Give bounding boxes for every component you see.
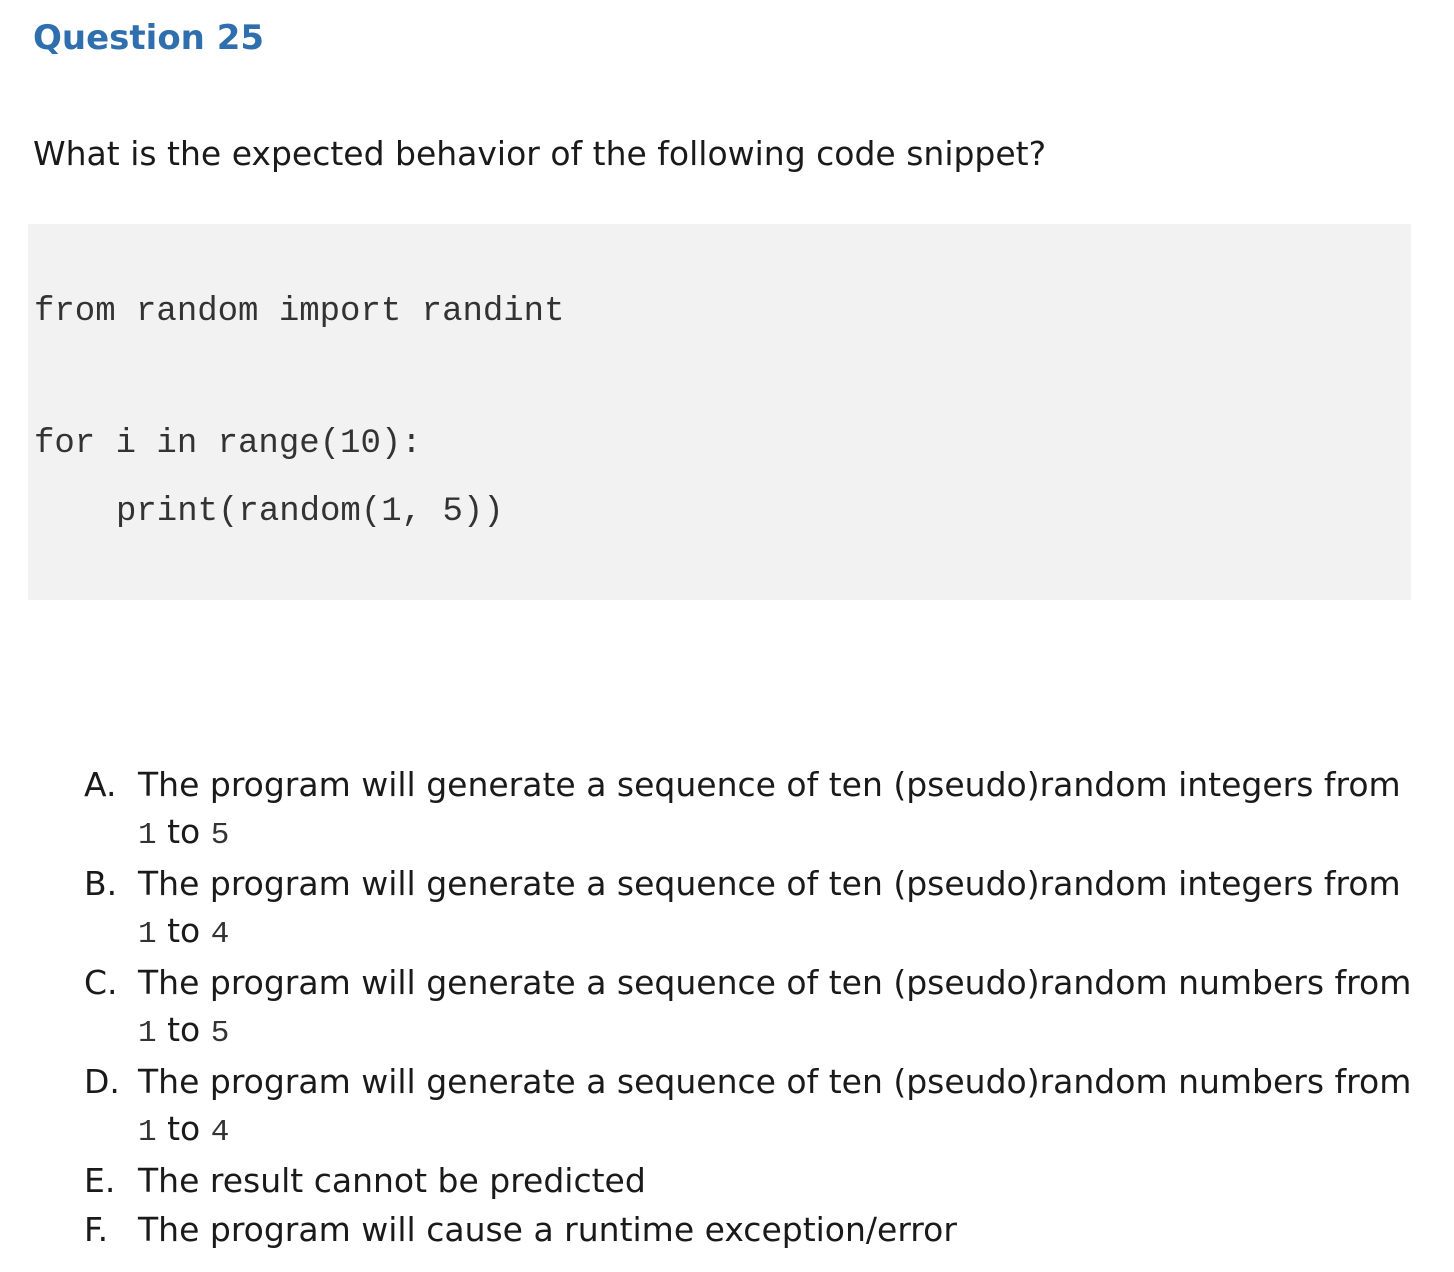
option-f[interactable]: F. The program will cause a runtime exce… bbox=[80, 1207, 1420, 1254]
option-text-middle: to bbox=[156, 811, 211, 851]
option-code-end: 5 bbox=[210, 817, 230, 853]
option-text: The program will cause a runtime excepti… bbox=[138, 1209, 957, 1249]
question-title: Question 25 bbox=[33, 18, 265, 58]
question-page: Question 25 What is the expected behavio… bbox=[0, 0, 1454, 1272]
question-prompt: What is the expected behavior of the fol… bbox=[33, 134, 1047, 173]
option-letter: D. bbox=[84, 1062, 120, 1101]
option-text: The result cannot be predicted bbox=[138, 1161, 646, 1200]
option-text: The program will generate a sequence of … bbox=[138, 864, 1401, 903]
option-text: The program will generate a sequence of … bbox=[138, 1062, 1412, 1101]
option-code-end: 4 bbox=[210, 916, 230, 952]
option-text: The program will generate a sequence of … bbox=[138, 963, 1412, 1002]
option-code-end: 5 bbox=[210, 1015, 230, 1051]
option-c[interactable]: C. The program will generate a sequence … bbox=[80, 960, 1420, 1057]
option-e[interactable]: E. The result cannot be predicted bbox=[80, 1158, 1420, 1205]
option-letter: C. bbox=[84, 963, 118, 1002]
option-code-start: 1 bbox=[138, 1015, 157, 1051]
option-a[interactable]: A. The program will generate a sequence … bbox=[80, 762, 1420, 859]
option-b[interactable]: B. The program will generate a sequence … bbox=[80, 861, 1420, 958]
code-line-for: for i in range(10): bbox=[34, 425, 422, 463]
option-text-middle: to bbox=[156, 1009, 211, 1049]
code-snippet: from random import randint for i in rang… bbox=[28, 224, 1411, 600]
option-code-start: 1 bbox=[138, 817, 157, 853]
option-text-middle: to bbox=[156, 1108, 211, 1148]
option-code-start: 1 bbox=[138, 1114, 157, 1150]
answer-options: A. The program will generate a sequence … bbox=[80, 762, 1420, 1255]
option-text-middle: to bbox=[156, 910, 211, 950]
option-letter: A. bbox=[84, 765, 117, 804]
option-letter: E. bbox=[84, 1161, 116, 1200]
option-code-start: 1 bbox=[138, 916, 157, 952]
option-letter: B. bbox=[84, 864, 118, 903]
code-line-import: from random import randint bbox=[34, 293, 565, 331]
code-line-print: print(random(1, 5)) bbox=[116, 493, 504, 531]
option-code-end: 4 bbox=[210, 1114, 230, 1150]
option-letter: F. bbox=[84, 1209, 109, 1249]
option-text: The program will generate a sequence of … bbox=[138, 765, 1401, 804]
option-d[interactable]: D. The program will generate a sequence … bbox=[80, 1059, 1420, 1156]
